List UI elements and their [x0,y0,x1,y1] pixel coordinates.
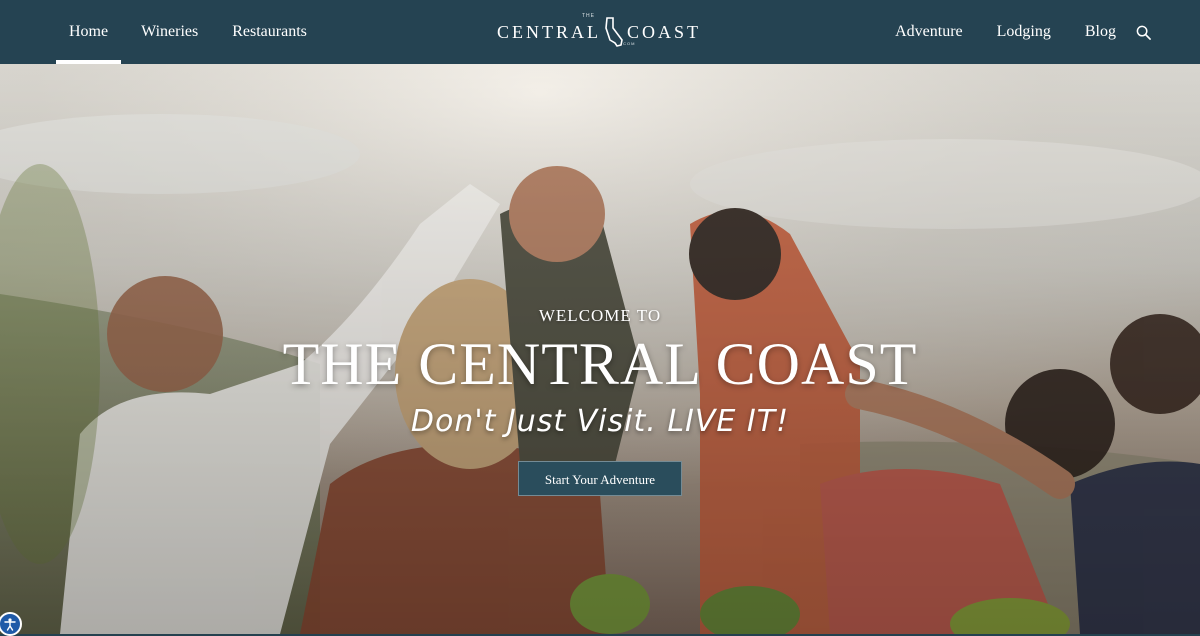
hero-headline: THE CENTRAL COAST [282,331,918,397]
nav-left-group: Home Wineries Restaurants [56,0,341,64]
top-nav: Home Wineries Restaurants THE CENTRAL CO… [0,0,1200,64]
logo-word-coast: COAST [626,21,701,42]
start-adventure-button[interactable]: Start Your Adventure [518,461,682,496]
nav-wineries[interactable]: Wineries [141,0,198,64]
site-logo[interactable]: THE CENTRAL COAST .COM [496,12,702,52]
nav-right-group: Adventure Lodging Blog [861,0,1152,64]
search-icon[interactable] [1136,24,1152,40]
logo-the: THE [582,13,595,19]
nav-blog[interactable]: Blog [1085,0,1116,64]
nav-restaurants[interactable]: Restaurants [232,0,307,64]
logo-dotcom: .COM [621,41,636,46]
nav-lodging[interactable]: Lodging [997,0,1051,64]
nav-adventure[interactable]: Adventure [895,0,963,64]
hero-welcome: WELCOME TO [538,306,662,325]
logo-word-central: CENTRAL [496,21,601,42]
hero-text-block: WELCOME TO THE CENTRAL COAST Don't Just … [0,306,1200,496]
hero-tagline: Don't Just Visit. LIVE IT! [410,404,790,439]
nav-home[interactable]: Home [56,0,122,64]
hero-section: WELCOME TO THE CENTRAL COAST Don't Just … [0,64,1200,634]
